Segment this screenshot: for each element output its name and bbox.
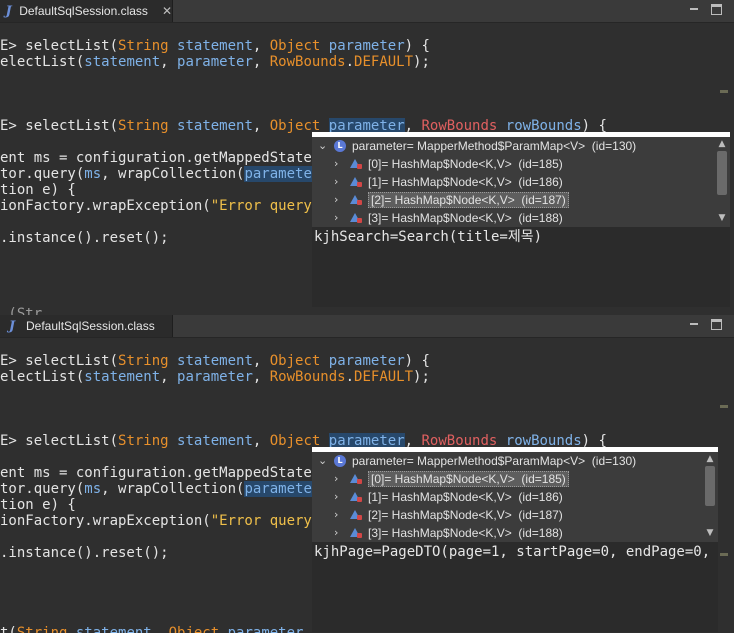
tree-root-row[interactable]: ⌄ L parameter= MapperMethod$ParamMap<V> … xyxy=(312,137,712,155)
scrollbar-thumb[interactable] xyxy=(717,151,727,195)
minimize-icon[interactable] xyxy=(688,318,700,330)
code-line: ent ms = configuration.getMappedStateme xyxy=(0,150,329,166)
tree-row[interactable]: › [3]= HashMap$Node<K,V> (id=188) xyxy=(312,209,712,227)
code-editor[interactable]: E> selectList(String statement, Object p… xyxy=(0,338,734,633)
detail-text: kjhPage=PageDTO(page=1, startPage=0, end… xyxy=(314,544,718,560)
expand-icon[interactable]: › xyxy=(334,191,346,209)
editor-tab-bar: J DefaultSqlSession.class ✕ xyxy=(0,0,734,23)
tree-row[interactable]: › [0]= HashMap$Node<K,V> (id=185) xyxy=(312,155,712,173)
variable-detail-pane[interactable]: kjhSearch=Search(title=제목) xyxy=(312,227,730,307)
field-icon xyxy=(350,194,362,206)
editor-pane-bottom: J DefaultSqlSession.class E> selectList(… xyxy=(0,315,734,633)
code-line: tion e) { xyxy=(0,497,76,513)
tree-root-row[interactable]: ⌄ L parameter= MapperMethod$ParamMap<V> … xyxy=(312,452,712,470)
field-icon xyxy=(350,491,362,503)
tree-scrollbar[interactable]: ▲ ▼ xyxy=(702,452,718,542)
local-variable-icon: L xyxy=(334,455,346,467)
tree-row-label: [2]= HashMap$Node<K,V> (id=187) xyxy=(368,508,563,522)
scroll-down-icon[interactable]: ▼ xyxy=(705,528,715,538)
expand-icon[interactable]: › xyxy=(334,173,346,191)
code-line: tor.query(ms, wrapCollection(parameter) xyxy=(0,481,329,497)
editor-tab[interactable]: J DefaultSqlSession.class xyxy=(0,315,173,337)
tree-row-label: [0]= HashMap$Node<K,V> (id=185) xyxy=(368,471,569,487)
overview-ruler-mark[interactable] xyxy=(720,553,728,556)
overview-ruler-mark[interactable] xyxy=(720,405,728,408)
code-line: ent ms = configuration.getMappedStateme xyxy=(0,465,329,481)
tree-row-label: [3]= HashMap$Node<K,V> (id=188) xyxy=(368,211,563,225)
collapse-icon[interactable]: ⌄ xyxy=(318,452,330,470)
field-icon xyxy=(350,158,362,170)
code-line: tor.query(ms, wrapCollection(parameter) xyxy=(0,166,329,182)
expand-icon[interactable]: › xyxy=(334,488,346,506)
field-icon xyxy=(350,473,362,485)
tree-row-label: [0]= HashMap$Node<K,V> (id=185) xyxy=(368,157,563,171)
minimize-icon[interactable] xyxy=(688,3,700,15)
editor-tab-bar: J DefaultSqlSession.class xyxy=(0,315,734,338)
code-line: ionFactory.wrapException("Error queryin xyxy=(0,513,329,529)
tree-row[interactable]: › [1]= HashMap$Node<K,V> (id=186) xyxy=(312,173,712,191)
scroll-up-icon[interactable]: ▲ xyxy=(717,139,727,149)
expand-icon[interactable]: › xyxy=(334,524,346,542)
code-line: t(String statement, Object parameter xyxy=(0,625,304,633)
expand-icon[interactable]: › xyxy=(334,506,346,524)
tab-title: DefaultSqlSession.class xyxy=(26,319,155,333)
expand-icon[interactable]: › xyxy=(334,470,346,488)
variable-tree[interactable]: ⌄ L parameter= MapperMethod$ParamMap<V> … xyxy=(312,452,718,542)
tree-row[interactable]: › [1]= HashMap$Node<K,V> (id=186) xyxy=(312,488,712,506)
variable-inspect-popup[interactable]: ⌄ L parameter= MapperMethod$ParamMap<V> … xyxy=(312,447,718,632)
scrollbar-thumb[interactable] xyxy=(705,466,715,506)
tree-row[interactable]: › [3]= HashMap$Node<K,V> (id=188) xyxy=(312,524,712,542)
close-icon[interactable]: ✕ xyxy=(162,4,172,18)
code-line: E> selectList(String statement, Object p… xyxy=(0,38,430,54)
field-icon xyxy=(350,527,362,539)
expand-icon[interactable]: › xyxy=(334,155,346,173)
variable-detail-pane[interactable]: kjhPage=PageDTO(page=1, startPage=0, end… xyxy=(312,542,718,632)
code-line: electList(statement, parameter, RowBound… xyxy=(0,369,430,385)
overview-ruler-mark[interactable] xyxy=(720,90,728,93)
tree-row-label: [3]= HashMap$Node<K,V> (id=188) xyxy=(368,526,563,540)
field-icon xyxy=(350,212,362,224)
tree-row-selected[interactable]: › [0]= HashMap$Node<K,V> (id=185) xyxy=(312,470,712,488)
java-class-icon: J xyxy=(8,318,16,334)
scroll-up-icon[interactable]: ▲ xyxy=(705,454,715,464)
tree-root-label: parameter= MapperMethod$ParamMap<V> (id=… xyxy=(352,454,637,468)
code-line: E> selectList(String statement, Object p… xyxy=(0,353,430,369)
code-line: electList(statement, parameter, RowBound… xyxy=(0,54,430,70)
tree-scrollbar[interactable]: ▲ ▼ xyxy=(714,137,730,227)
detail-text: kjhSearch=Search(title=제목) xyxy=(314,229,543,245)
code-line: tion e) { xyxy=(0,182,76,198)
field-icon xyxy=(350,509,362,521)
editor-pane-top: J DefaultSqlSession.class ✕ E> selectLis… xyxy=(0,0,734,315)
variable-tree[interactable]: ⌄ L parameter= MapperMethod$ParamMap<V> … xyxy=(312,137,730,227)
collapse-icon[interactable]: ⌄ xyxy=(318,137,330,155)
tree-row-label: [2]= HashMap$Node<K,V> (id=187) xyxy=(368,192,569,208)
local-variable-icon: L xyxy=(334,140,346,152)
editor-tab[interactable]: J DefaultSqlSession.class ✕ xyxy=(0,0,173,22)
field-icon xyxy=(350,176,362,188)
tab-title: DefaultSqlSession.class xyxy=(19,4,148,18)
code-line: .instance().reset(); xyxy=(0,230,169,246)
maximize-icon[interactable] xyxy=(711,319,722,330)
code-line: ionFactory.wrapException("Error queryin xyxy=(0,198,329,214)
tree-row-label: [1]= HashMap$Node<K,V> (id=186) xyxy=(368,175,563,189)
tree-row-label: [1]= HashMap$Node<K,V> (id=186) xyxy=(368,490,563,504)
code-line-partial: .(Str xyxy=(0,306,43,315)
expand-icon[interactable]: › xyxy=(334,209,346,227)
code-line: .instance().reset(); xyxy=(0,545,169,561)
maximize-icon[interactable] xyxy=(711,4,722,15)
java-class-icon: J xyxy=(5,3,12,19)
tree-root-label: parameter= MapperMethod$ParamMap<V> (id=… xyxy=(352,139,637,153)
tree-row[interactable]: › [2]= HashMap$Node<K,V> (id=187) xyxy=(312,506,712,524)
code-editor[interactable]: E> selectList(String statement, Object p… xyxy=(0,23,734,315)
scroll-down-icon[interactable]: ▼ xyxy=(717,213,727,223)
variable-inspect-popup[interactable]: ⌄ L parameter= MapperMethod$ParamMap<V> … xyxy=(312,132,730,307)
tree-row-selected[interactable]: › [2]= HashMap$Node<K,V> (id=187) xyxy=(312,191,712,209)
